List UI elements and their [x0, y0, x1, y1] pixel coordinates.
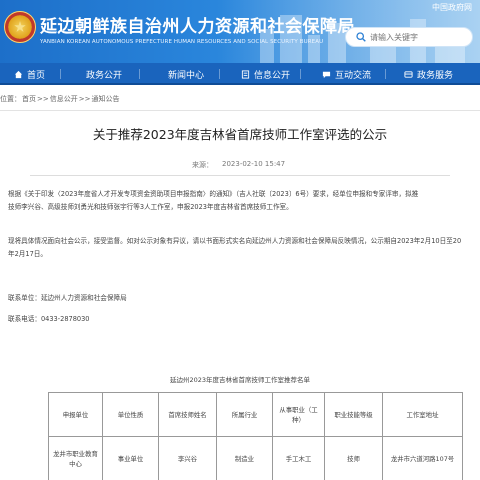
nav-label: 政务服务	[417, 70, 454, 81]
article-paragraph: 年2月17日。	[8, 250, 47, 258]
nav-label: 新闻中心	[168, 70, 205, 81]
site-header: 中国政府网 延边朝鲜族自治州人力资源和社会保障局 YANBIAN KOREAN …	[0, 0, 480, 63]
publish-time: 2023-02-10 15:47	[222, 160, 286, 168]
chat-icon	[322, 71, 331, 78]
breadcrumb: 位置：首页>>信息公开>>通知公告	[0, 94, 120, 104]
site-title: 延边朝鲜族自治州人力资源和社会保障局	[40, 17, 355, 37]
table-header-cell: 所属行业	[216, 392, 273, 437]
breadcrumb-item-notice[interactable]: 通知公告	[91, 95, 119, 103]
table-cell: 龙井市职业教育中心	[48, 436, 103, 480]
nav-label: 互动交流	[335, 70, 372, 81]
site-subtitle: YANBIAN KOREAN AUTONOMOUS PREFECTURE HUM…	[40, 39, 324, 45]
breadcrumb-prefix: 位置：	[0, 95, 21, 103]
article-paragraph: 技师李兴谷、高级技师刘勇光和技师张宇行等3人工作室，申报2023年度吉林省首席技…	[8, 203, 293, 211]
nav-label: 首页	[27, 70, 46, 81]
table-header-row: 申报单位 单位性质 首席技师姓名 所属行业 从事职业（工种） 职业技能等级 工作…	[48, 392, 463, 437]
recommendation-table: 申报单位 单位性质 首席技师姓名 所属行业 从事职业（工种） 职业技能等级 工作…	[48, 392, 463, 480]
table-header-cell: 单位性质	[102, 392, 159, 437]
nav-label: 政务公开	[86, 70, 123, 81]
table-row: 龙井市职业教育中心 事业单位 李兴谷 制造业 手工木工 技师 龙井市六道河路10…	[48, 436, 463, 480]
service-icon	[404, 70, 413, 78]
contact-unit: 联系单位：延边州人力资源和社会保障局	[8, 294, 127, 302]
breadcrumb-item-home[interactable]: 首页	[22, 95, 36, 103]
breadcrumb-item-info[interactable]: 信息公开	[50, 95, 78, 103]
article-paragraph: 根据《关于印发〈2023年度省人才开发专项资金资助项目申报指南〉的通知》（吉人社…	[8, 190, 419, 198]
table-cell: 李兴谷	[158, 436, 217, 480]
search-input[interactable]	[370, 30, 466, 44]
table-cell: 事业单位	[102, 436, 159, 480]
nav-item-news[interactable]: 新闻中心	[168, 63, 204, 85]
table-header-cell: 职业技能等级	[324, 392, 383, 437]
divider	[30, 175, 450, 176]
breadcrumb-separator: >>	[37, 95, 49, 103]
nav-item-info[interactable]: 信息公开	[241, 63, 290, 85]
divider	[0, 110, 480, 111]
nav-item-gov-affairs[interactable]: 政务公开	[86, 63, 122, 85]
table-cell: 手工木工	[272, 436, 325, 480]
article-paragraph: 现将具体情况面向社会公示，接受监督。如对公示对象有异议，请以书面形式实名向延边州…	[8, 237, 462, 245]
info-icon	[241, 69, 250, 79]
table-header-cell: 从事职业（工种）	[272, 392, 325, 437]
search-box	[345, 27, 473, 47]
search-icon[interactable]	[356, 32, 366, 42]
table-header-cell: 工作室地址	[382, 392, 463, 437]
table-header-cell: 首席技师姓名	[158, 392, 217, 437]
nav-item-home[interactable]: 首页	[14, 63, 45, 85]
nav-item-service[interactable]: 政务服务	[404, 63, 453, 85]
table-cell: 制造业	[216, 436, 273, 480]
nav-item-interaction[interactable]: 互动交流	[322, 63, 371, 85]
emblem-icon	[4, 11, 36, 43]
home-icon	[14, 70, 23, 78]
main-nav: 首页 政务公开 新闻中心 信息公开 互动交流 政务服务	[0, 63, 480, 85]
breadcrumb-separator: >>	[78, 95, 91, 103]
table-header-cell: 申报单位	[48, 392, 103, 437]
table-cell: 龙井市六道河路107号	[382, 436, 463, 480]
contact-phone: 联系电话：0433-2878030	[8, 315, 90, 323]
table-title: 延边州2023年度吉林省首席技师工作室推荐名单	[169, 376, 311, 384]
article-title: 关于推荐2023年度吉林省首席技师工作室评选的公示	[92, 127, 388, 142]
source-label: 来源：	[192, 161, 213, 169]
table-cell: 技师	[324, 436, 383, 480]
nav-label: 信息公开	[254, 70, 291, 81]
gov-site-link[interactable]: 中国政府网	[432, 2, 472, 13]
